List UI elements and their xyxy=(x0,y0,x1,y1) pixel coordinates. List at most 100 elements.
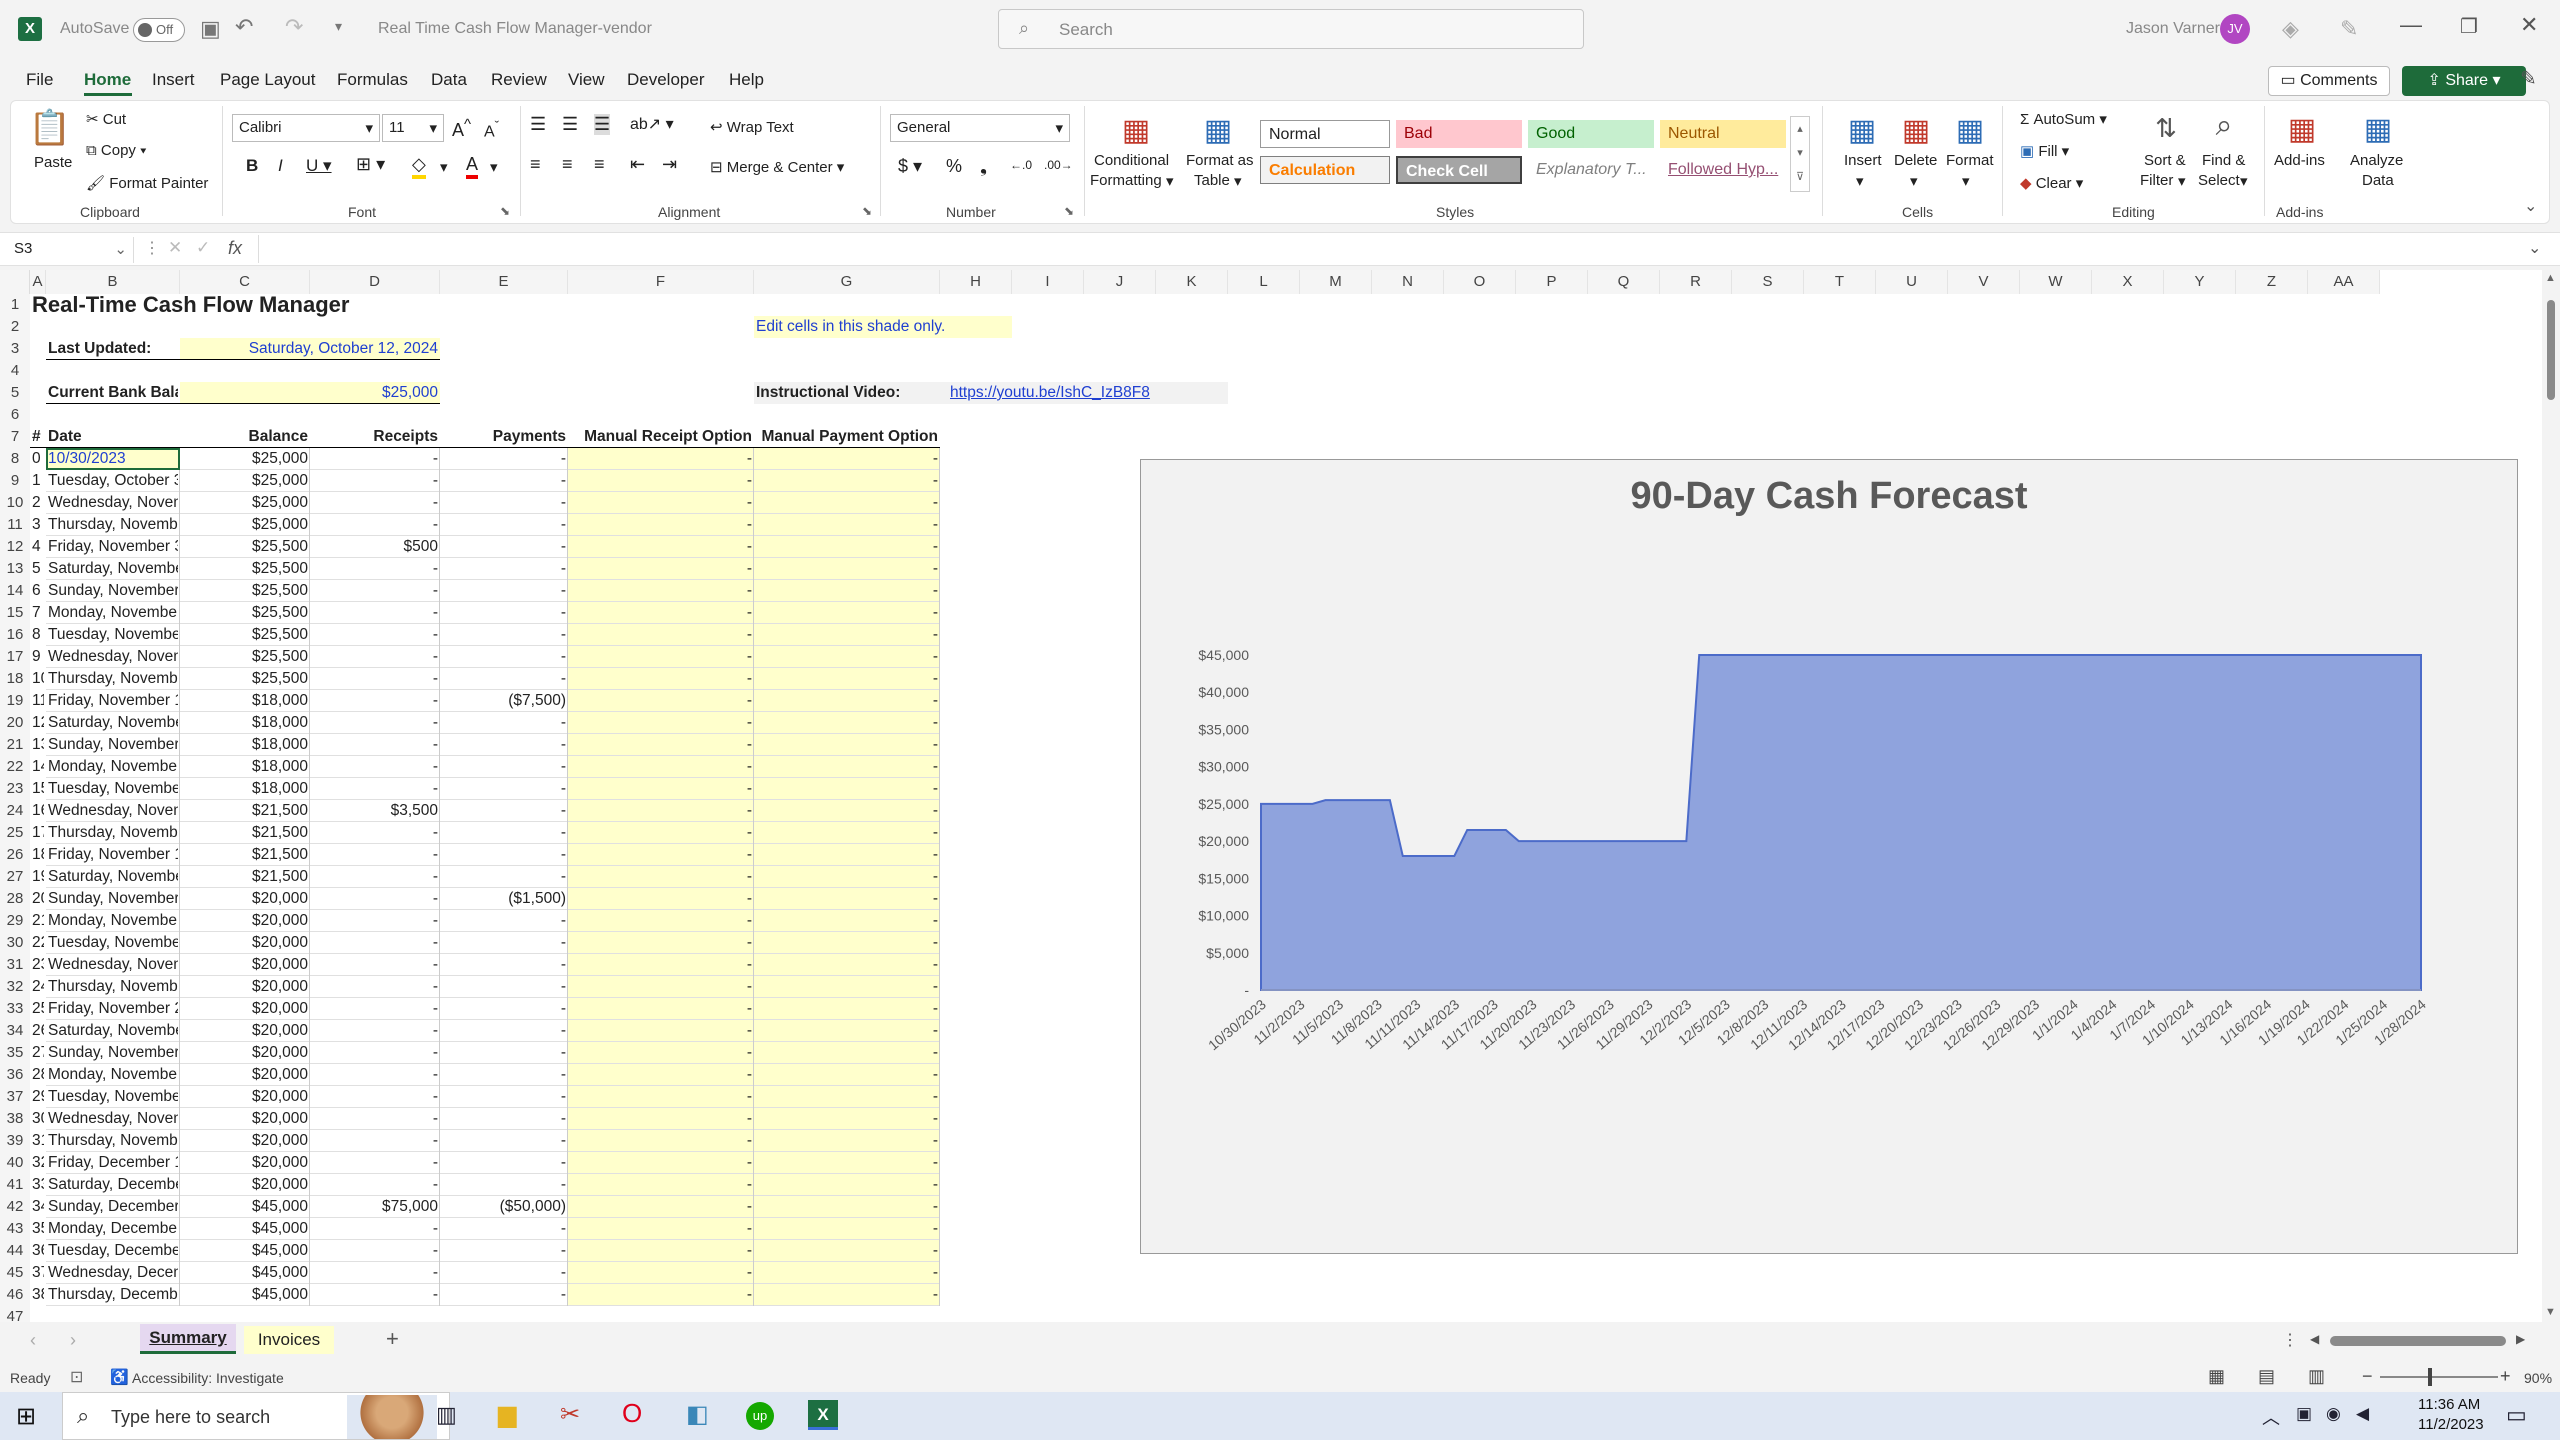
underline-icon[interactable]: U ▾ xyxy=(306,156,332,176)
row-header[interactable]: 47 xyxy=(0,1306,30,1322)
format-painter-button[interactable]: 🖌 Format Painter xyxy=(86,174,208,192)
style-check-cell[interactable]: Check Cell xyxy=(1396,156,1522,184)
column-header-f[interactable]: F xyxy=(568,270,754,294)
document-title[interactable]: Real Time Cash Flow Manager-vendor xyxy=(378,20,652,38)
row-header[interactable]: 29 xyxy=(0,910,30,932)
close-icon[interactable]: ✕ xyxy=(2520,12,2538,38)
format-as-table-icon[interactable]: ▦ xyxy=(1198,110,1238,150)
row-header[interactable]: 6 xyxy=(0,404,30,426)
sort-filter-button-line2[interactable]: Filter xyxy=(2140,172,2173,189)
currency-icon[interactable]: $ ▾ xyxy=(898,156,922,177)
format-as-table-button-line2[interactable]: Table xyxy=(1194,172,1230,189)
tab-file[interactable]: File xyxy=(26,70,53,90)
column-header-n[interactable]: N xyxy=(1372,270,1444,294)
premium-icon[interactable]: ◈ xyxy=(2282,16,2299,42)
font-color-icon[interactable]: A xyxy=(466,154,479,179)
orientation-icon[interactable]: ab↗ ▾ xyxy=(630,114,674,134)
tab-page-layout[interactable]: Page Layout xyxy=(220,70,315,90)
column-header-s[interactable]: S xyxy=(1732,270,1804,294)
row-header[interactable]: 42 xyxy=(0,1196,30,1218)
tab-help[interactable]: Help xyxy=(729,70,764,90)
snipping-tool-icon[interactable]: ✂ xyxy=(560,1400,580,1429)
column-header-m[interactable]: M xyxy=(1300,270,1372,294)
column-header-j[interactable]: J xyxy=(1084,270,1156,294)
accessibility-status[interactable]: Accessibility: Investigate xyxy=(132,1370,284,1386)
align-bottom-icon[interactable]: ☰ xyxy=(594,114,611,135)
styles-scroll[interactable]: ▴ ▾ ⊽ xyxy=(1790,116,1810,192)
row-header[interactable]: 10 xyxy=(0,492,30,514)
conditional-formatting-icon[interactable]: ▦ xyxy=(1116,110,1156,150)
italic-icon[interactable]: I xyxy=(278,156,283,176)
page-layout-view-icon[interactable]: ▤ xyxy=(2258,1366,2275,1387)
row-header[interactable]: 16 xyxy=(0,624,30,646)
font-size-select[interactable]: 11 ▾ xyxy=(382,114,444,142)
tab-home[interactable]: Home xyxy=(84,70,131,90)
column-header-w[interactable]: W xyxy=(2020,270,2092,294)
row-header[interactable]: 34 xyxy=(0,1020,30,1042)
expand-formula-icon[interactable]: ⌄ xyxy=(2528,238,2541,258)
increase-decimal-icon[interactable]: ←.0 xyxy=(1010,158,1032,172)
align-left-icon[interactable]: ≡ xyxy=(530,154,541,175)
delete-cells-icon[interactable]: ▦ xyxy=(1896,110,1936,150)
zoom-in-icon[interactable]: + xyxy=(2500,1366,2511,1387)
page-break-view-icon[interactable]: ▥ xyxy=(2308,1366,2325,1387)
chart-container[interactable]: 90-Day Cash Forecast - $5,000 $10,000 $15,00… xyxy=(1140,459,2518,1254)
row-header[interactable]: 11 xyxy=(0,514,30,536)
autosave-toggle[interactable]: Off xyxy=(133,18,185,42)
zoom-level[interactable]: 90% xyxy=(2524,1370,2552,1386)
row-header[interactable]: 14 xyxy=(0,580,30,602)
row-header[interactable]: 41 xyxy=(0,1174,30,1196)
tab-formulas[interactable]: Formulas xyxy=(337,70,408,90)
formula-input[interactable] xyxy=(258,235,2518,263)
row-header[interactable]: 15 xyxy=(0,602,30,624)
bank-balance-value[interactable]: $25,000 xyxy=(182,382,438,404)
scroll-thumb[interactable] xyxy=(2547,300,2555,400)
app-icon[interactable]: ◧ xyxy=(686,1400,709,1429)
taskbar-search[interactable]: ⌕ Type here to search xyxy=(62,1392,450,1440)
merge-center-button[interactable]: ⊟ Merge & Center ▾ xyxy=(710,158,844,176)
cut-button[interactable]: ✂ Cut xyxy=(86,110,126,128)
row-header[interactable]: 5 xyxy=(0,382,30,404)
select-all-corner[interactable] xyxy=(0,270,30,294)
conditional-formatting-button[interactable]: Conditional xyxy=(1094,152,1169,169)
insert-function-icon[interactable]: fx xyxy=(228,238,242,259)
column-header-p[interactable]: P xyxy=(1516,270,1588,294)
dialog-launcher-icon[interactable]: ⬊ xyxy=(1064,204,1074,218)
increase-indent-icon[interactable]: ⇥ xyxy=(662,154,677,175)
column-header-r[interactable]: R xyxy=(1660,270,1732,294)
notifications-icon[interactable]: ▭ xyxy=(2506,1402,2527,1428)
style-calculation[interactable]: Calculation xyxy=(1260,156,1390,184)
row-header[interactable]: 32 xyxy=(0,976,30,998)
windows-start-icon[interactable]: ⊞ xyxy=(16,1402,36,1431)
style-normal[interactable]: Normal xyxy=(1260,120,1390,148)
ribbon-mode-icon[interactable]: ✎ xyxy=(2520,66,2537,91)
prev-sheet-icon[interactable]: ‹ xyxy=(30,1330,36,1351)
bold-icon[interactable]: B xyxy=(246,156,258,176)
analyze-data-icon[interactable]: ▦ xyxy=(2356,108,2400,150)
zoom-out-icon[interactable]: − xyxy=(2362,1366,2373,1387)
name-box[interactable]: S3 ⌄ xyxy=(8,237,134,263)
find-select-icon[interactable]: ⌕ xyxy=(2204,106,2244,146)
row-header[interactable]: 46 xyxy=(0,1284,30,1306)
macro-record-icon[interactable]: ⊡ xyxy=(70,1367,83,1387)
row-header[interactable]: 21 xyxy=(0,734,30,756)
row-header[interactable]: 33 xyxy=(0,998,30,1020)
sort-filter-button[interactable]: Sort & xyxy=(2144,152,2186,169)
row-header[interactable]: 22 xyxy=(0,756,30,778)
align-top-icon[interactable]: ☰ xyxy=(530,114,546,135)
column-header-a[interactable]: A xyxy=(30,270,46,294)
tab-review[interactable]: Review xyxy=(491,70,547,90)
column-header-v[interactable]: V xyxy=(1948,270,2020,294)
hscroll-left-icon[interactable]: ◀ xyxy=(2310,1332,2319,1346)
fill-color-icon[interactable]: ◇ xyxy=(412,154,426,179)
column-header-h[interactable]: H xyxy=(940,270,1012,294)
clock-time[interactable]: 11:36 AM xyxy=(2418,1396,2480,1413)
row-header[interactable]: 2 xyxy=(0,316,30,338)
sheet-tab-summary[interactable]: Summary xyxy=(140,1324,236,1354)
row-header[interactable]: 18 xyxy=(0,668,30,690)
minimize-icon[interactable]: — xyxy=(2400,12,2422,38)
column-header-t[interactable]: T xyxy=(1804,270,1876,294)
avatar[interactable]: JV xyxy=(2220,14,2250,44)
paste-button[interactable]: Paste xyxy=(34,154,72,171)
more-icon[interactable]: ⋮ xyxy=(144,238,160,258)
